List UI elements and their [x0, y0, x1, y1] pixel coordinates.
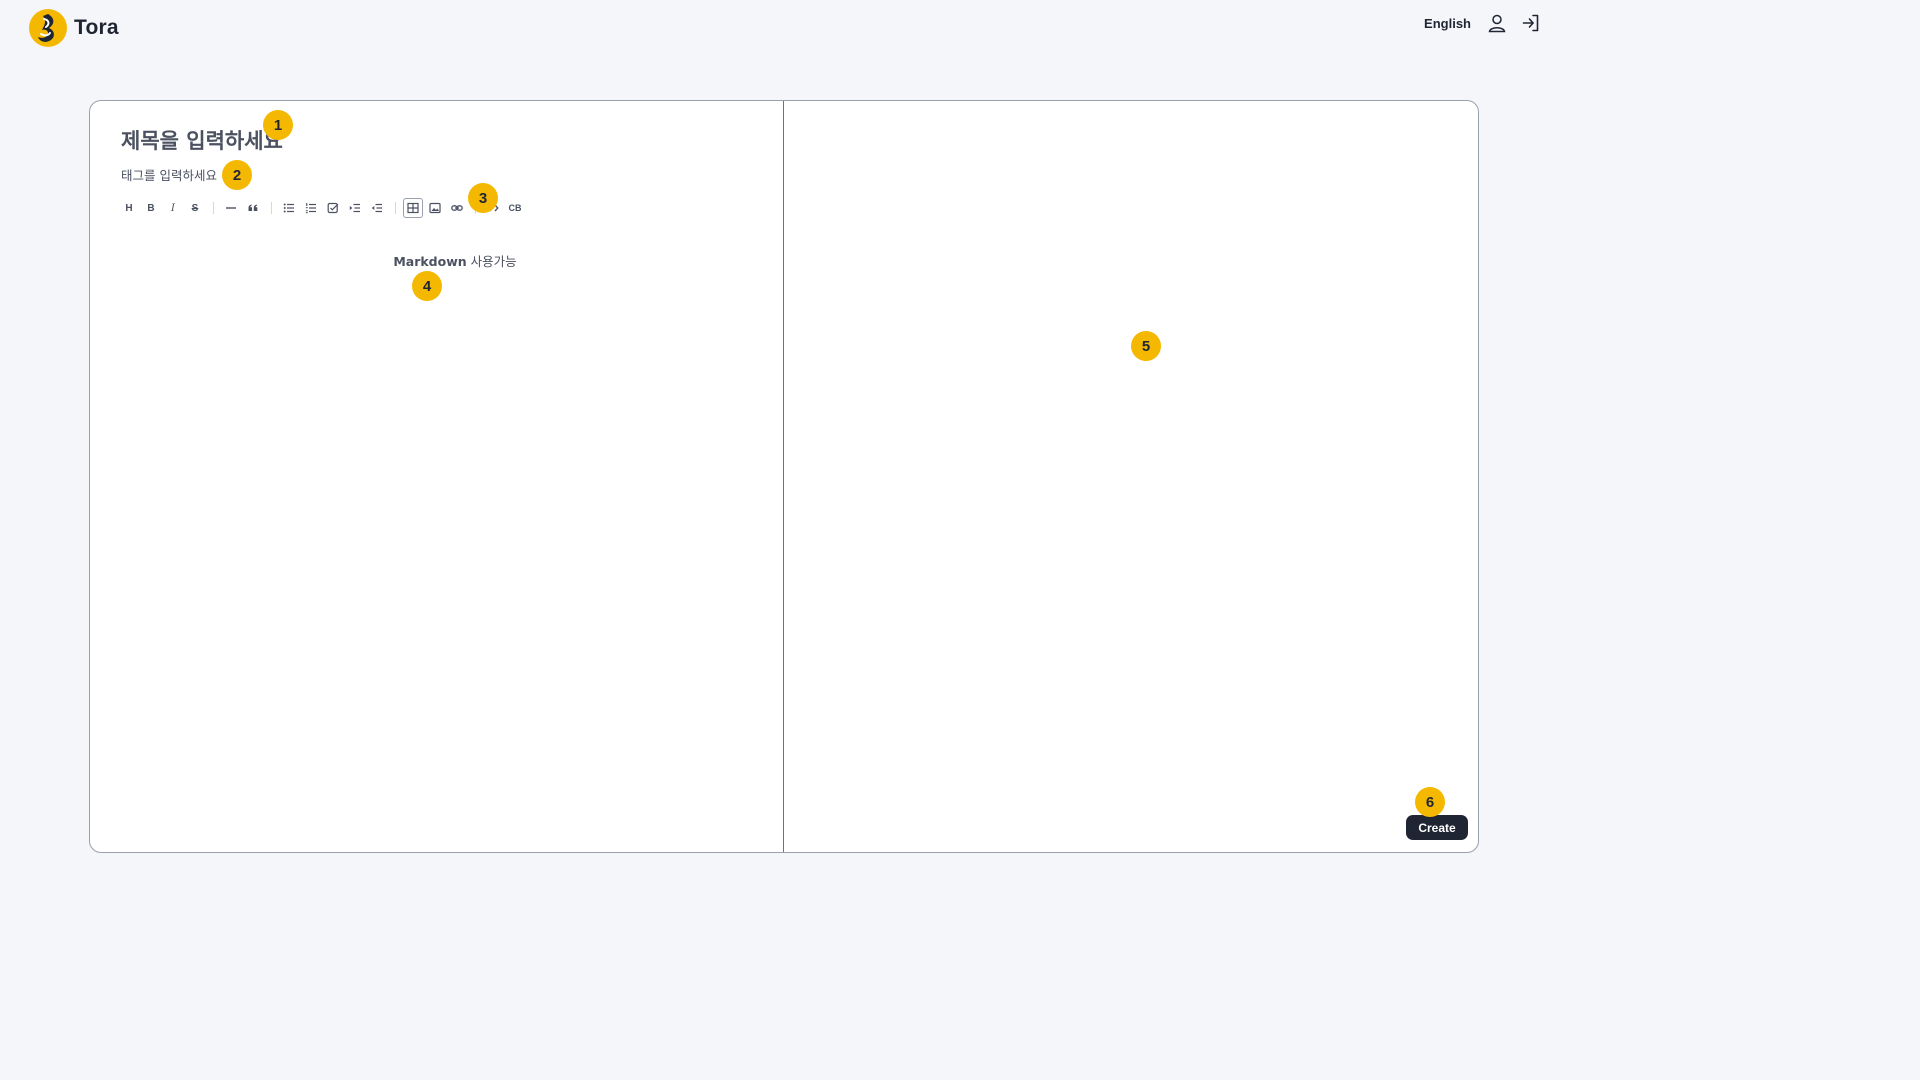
markdown-hint-text: 사용가능 [466, 254, 517, 269]
heading-button[interactable]: H [120, 199, 138, 217]
markdown-hint: Markdown 사용가능 [90, 251, 820, 270]
toolbar-divider [271, 202, 272, 214]
brand-name: Tora [74, 16, 119, 39]
markdown-editor-area[interactable] [120, 281, 754, 821]
annotation-marker: 1 [263, 110, 293, 140]
title-input[interactable] [121, 125, 741, 157]
tags-input[interactable] [121, 165, 521, 185]
bold-button[interactable]: B [142, 199, 160, 217]
quote-icon [248, 204, 258, 211]
task-list-button[interactable] [324, 199, 342, 217]
image-button[interactable] [426, 199, 444, 217]
table-button[interactable] [403, 198, 423, 218]
code-block-label: CB [508, 203, 522, 213]
strike-label: S [191, 202, 199, 214]
create-button[interactable]: Create [1406, 815, 1468, 840]
bullet-list-button[interactable] [280, 199, 298, 217]
toolbar-divider [213, 202, 214, 214]
link-icon [451, 205, 463, 211]
outdent-icon [371, 203, 382, 213]
tora-logo-icon [29, 9, 67, 47]
horizontal-rule-icon [226, 207, 236, 209]
login-icon[interactable] [1520, 12, 1542, 34]
code-block-button[interactable]: CB [506, 199, 524, 217]
image-icon [429, 202, 441, 214]
table-icon [407, 202, 419, 214]
editor-pane: H B I S [90, 101, 784, 852]
post-editor-card: H B I S [89, 100, 1479, 853]
italic-button[interactable]: I [164, 199, 182, 217]
indent-button[interactable] [346, 199, 364, 217]
task-list-icon [327, 202, 339, 214]
markdown-hint-strong: Markdown [393, 254, 467, 269]
indent-icon [349, 203, 360, 213]
top-header: Tora English [0, 0, 1568, 56]
italic-label: I [171, 202, 175, 214]
horizontal-rule-button[interactable] [222, 199, 240, 217]
quote-button[interactable] [244, 199, 262, 217]
annotation-marker: 6 [1415, 787, 1445, 817]
toolbar-divider [395, 202, 396, 214]
annotation-marker: 3 [468, 183, 498, 213]
preview-pane: Create [785, 101, 1478, 852]
outdent-button[interactable] [368, 199, 386, 217]
link-button[interactable] [448, 199, 466, 217]
language-selector[interactable]: English [1424, 16, 1471, 31]
annotation-marker: 5 [1131, 331, 1161, 361]
strike-button[interactable]: S [186, 199, 204, 217]
ordered-list-icon [305, 203, 316, 214]
heading-label: H [125, 202, 133, 214]
bold-label: B [147, 202, 155, 214]
brand-home-link[interactable]: Tora [29, 9, 119, 47]
markdown-toolbar: H B I S CB [120, 198, 528, 218]
annotation-marker: 2 [222, 160, 252, 190]
user-icon[interactable] [1486, 12, 1508, 34]
annotation-marker: 4 [412, 271, 442, 301]
header-actions: English [1424, 11, 1542, 35]
bullet-list-icon [283, 203, 294, 213]
ordered-list-button[interactable] [302, 199, 320, 217]
